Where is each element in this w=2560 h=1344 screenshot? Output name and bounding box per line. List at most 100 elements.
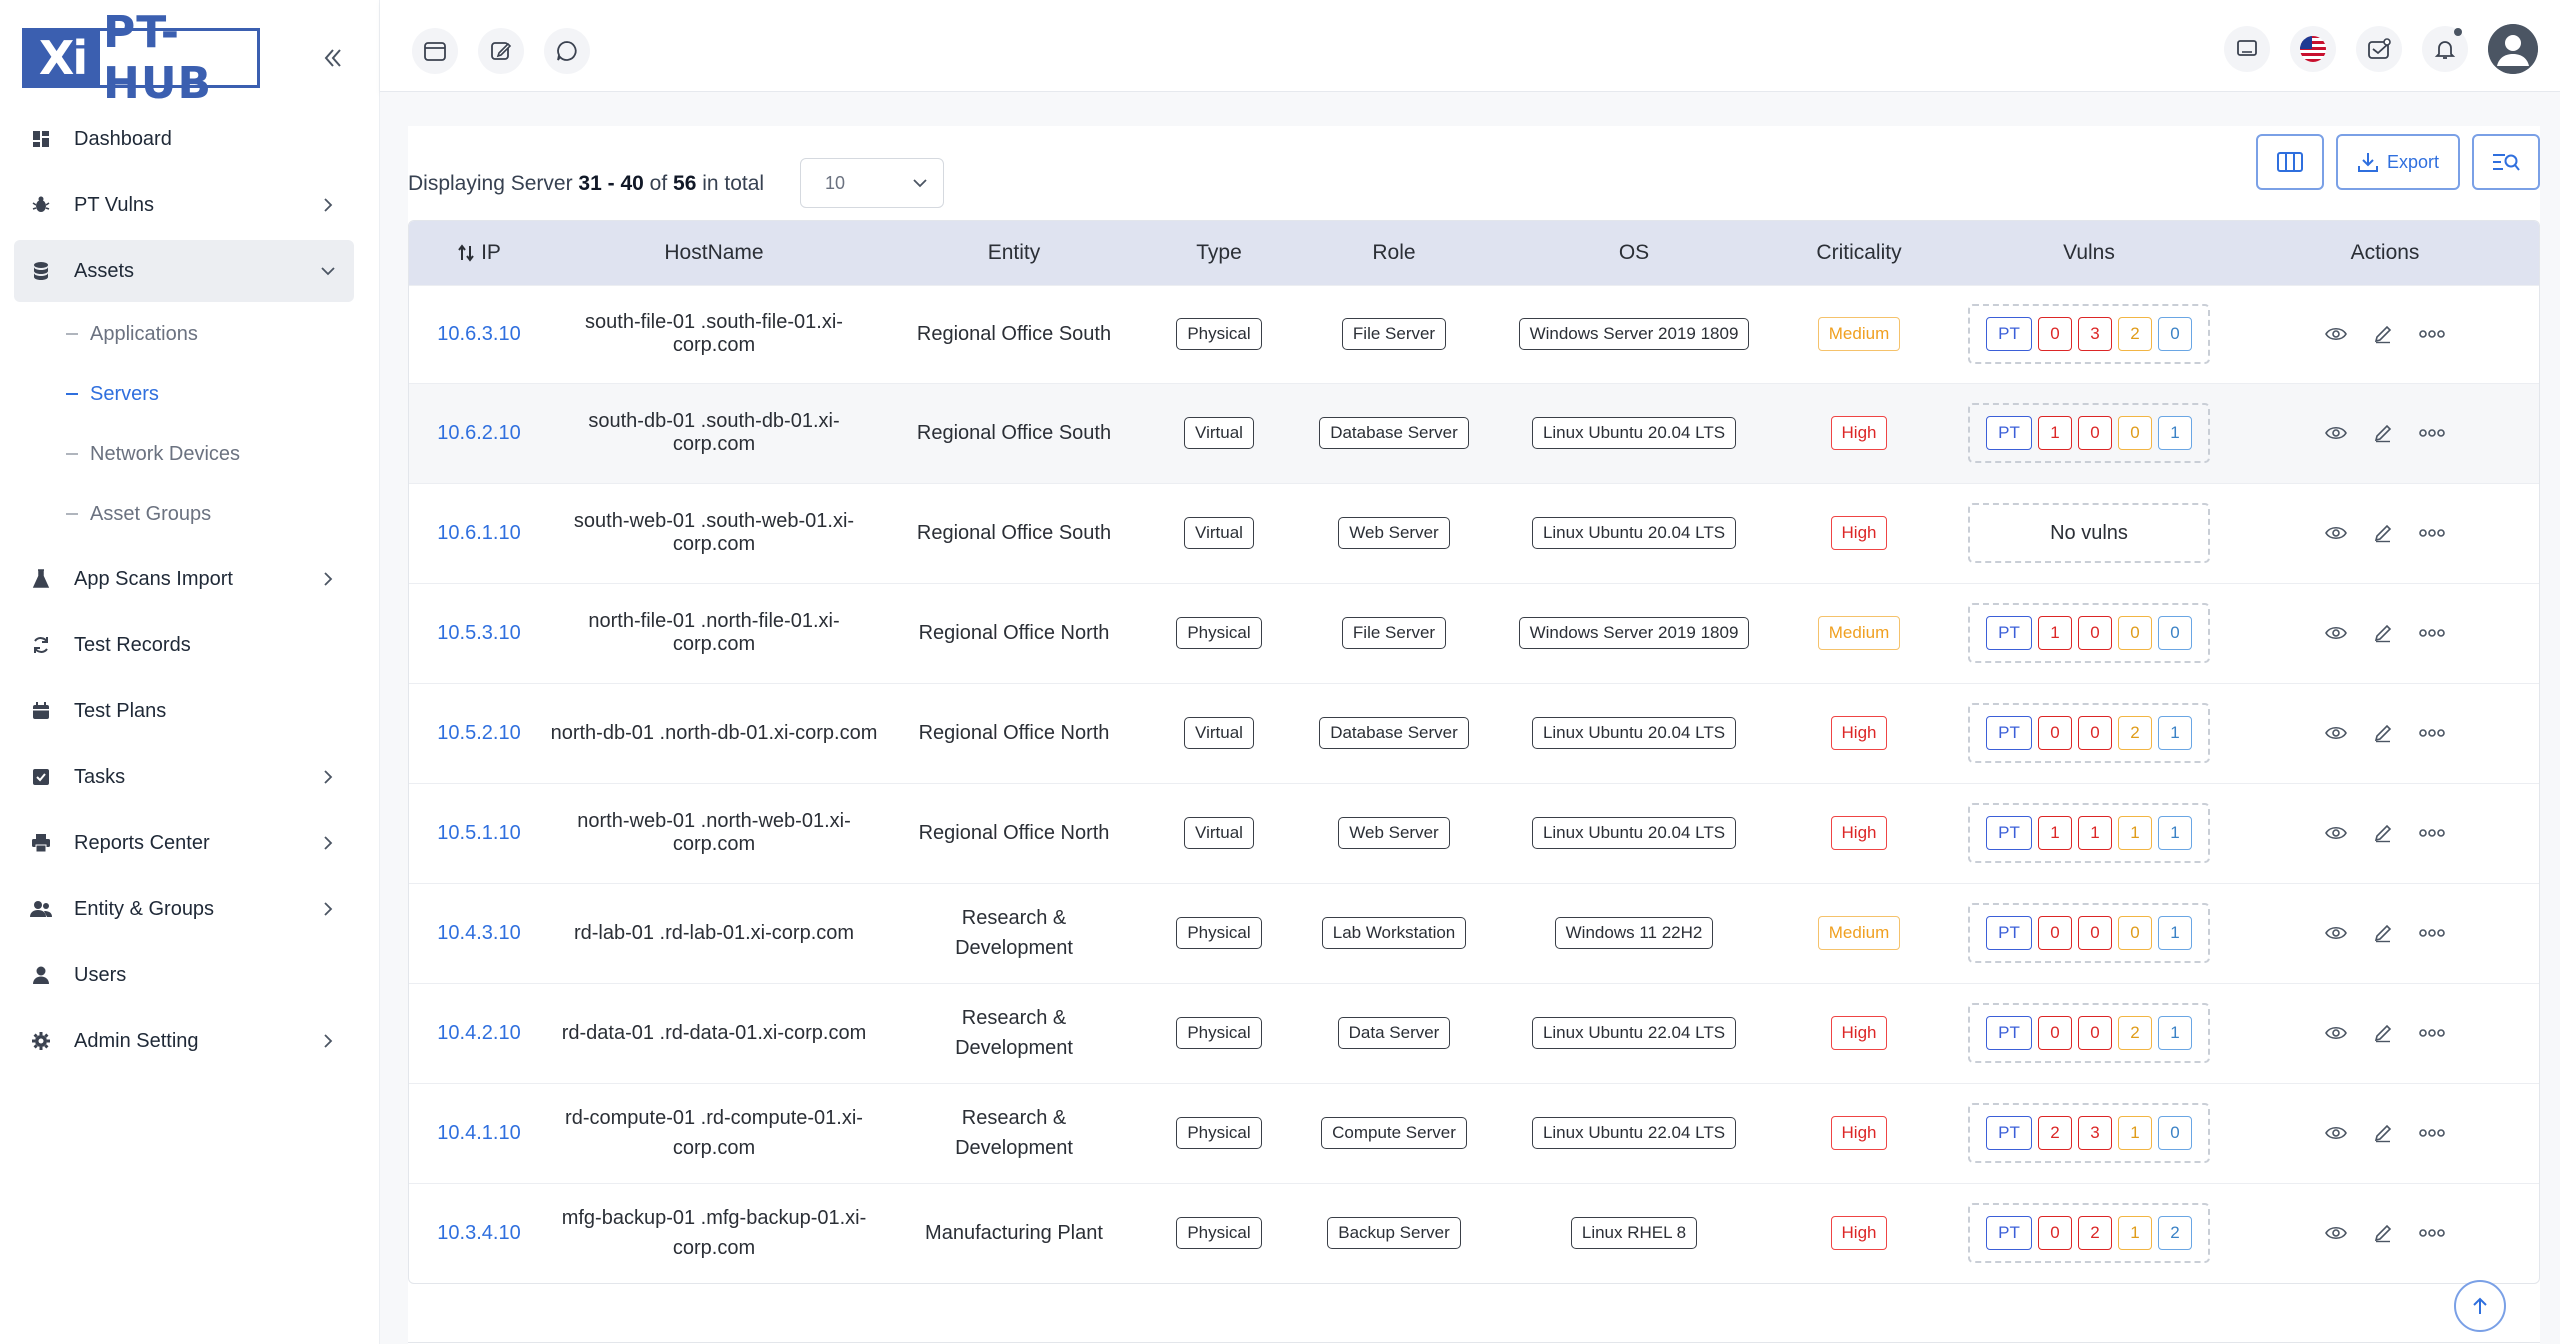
vuln-summary[interactable]: PT 2 3 1 0 <box>1968 1103 2210 1163</box>
more-options-icon[interactable] <box>2419 428 2445 438</box>
table-row[interactable]: 10.3.4.10 mfg-backup-01 .mfg-backup-01.xi… <box>409 1182 2539 1283</box>
view-icon[interactable] <box>2325 925 2347 941</box>
column-header-type[interactable]: Type <box>1149 221 1289 285</box>
table-row[interactable]: 10.4.1.10 rd-compute-01 .rd-compute-01.xi… <box>409 1082 2539 1183</box>
edit-shortcut-button[interactable] <box>478 28 524 74</box>
table-row[interactable]: 10.6.3.10 south-file-01 .south-file-01.xi… <box>409 284 2539 383</box>
sidebar-subitem-servers[interactable]: Servers <box>66 366 354 422</box>
column-header-hostname[interactable]: HostName <box>549 221 879 285</box>
view-icon[interactable] <box>2325 1225 2347 1241</box>
vuln-summary[interactable]: PT 0 0 0 1 <box>1968 903 2210 963</box>
more-options-icon[interactable] <box>2419 728 2445 738</box>
edit-icon[interactable] <box>2373 423 2393 443</box>
more-options-icon[interactable] <box>2419 1228 2445 1238</box>
ip-link[interactable]: 10.5.1.10 <box>437 822 520 844</box>
column-header-ip[interactable]: IP <box>409 221 549 285</box>
view-icon[interactable] <box>2325 1025 2347 1041</box>
sidebar-item-tasks[interactable]: Tasks <box>14 746 354 808</box>
column-header-criticality[interactable]: Criticality <box>1769 221 1949 285</box>
view-icon[interactable] <box>2325 326 2347 342</box>
view-icon[interactable] <box>2325 525 2347 541</box>
vuln-summary[interactable]: PT 0 0 2 1 <box>1968 703 2210 763</box>
sidebar-item-reports-center[interactable]: Reports Center <box>14 812 354 874</box>
view-icon[interactable] <box>2325 625 2347 641</box>
sidebar-subitem-asset-groups[interactable]: Asset Groups <box>66 486 354 542</box>
edit-icon[interactable] <box>2373 1223 2393 1243</box>
sidebar-item-test-plans[interactable]: Test Plans <box>14 680 354 742</box>
page-size-select[interactable]: 10 <box>800 158 944 208</box>
sidebar-item-app-scans-import[interactable]: App Scans Import <box>14 548 354 610</box>
edit-icon[interactable] <box>2373 523 2393 543</box>
table-row[interactable]: 10.4.2.10 rd-data-01 .rd-data-01.xi-corp.… <box>409 982 2539 1083</box>
columns-button[interactable] <box>2256 134 2324 190</box>
notifications-button[interactable] <box>2422 26 2468 72</box>
edit-icon[interactable] <box>2373 623 2393 643</box>
avatar[interactable] <box>2488 24 2538 74</box>
table-row[interactable]: 10.5.2.10 north-db-01 .north-db-01.xi-cor… <box>409 682 2539 783</box>
sidebar-item-assets[interactable]: Assets <box>14 240 354 302</box>
table-row[interactable]: 10.6.2.10 south-db-01 .south-db-01.xi-cor… <box>409 382 2539 483</box>
vuln-summary[interactable]: PT 1 0 0 1 <box>1968 403 2210 463</box>
table-row[interactable]: 10.5.3.10 north-file-01 .north-file-01.xi… <box>409 582 2539 683</box>
vuln-summary[interactable]: PT 0 0 2 1 <box>1968 1003 2210 1063</box>
export-button[interactable]: Export <box>2336 134 2460 190</box>
ip-link[interactable]: 10.5.2.10 <box>437 722 520 744</box>
more-options-icon[interactable] <box>2419 528 2445 538</box>
column-header-role[interactable]: Role <box>1289 221 1499 285</box>
calendar-shortcut-button[interactable] <box>412 28 458 74</box>
view-icon[interactable] <box>2325 425 2347 441</box>
ip-link[interactable]: 10.4.3.10 <box>437 922 520 944</box>
edit-icon[interactable] <box>2373 923 2393 943</box>
sidebar-item-label: Admin Setting <box>74 1029 199 1052</box>
edit-icon[interactable] <box>2373 324 2393 344</box>
vuln-summary[interactable]: PT 1 0 0 0 <box>1968 603 2210 663</box>
view-icon[interactable] <box>2325 725 2347 741</box>
view-icon[interactable] <box>2325 1125 2347 1141</box>
table-row[interactable]: 10.4.3.10 rd-lab-01 .rd-lab-01.xi-corp.co… <box>409 882 2539 983</box>
sidebar-item-admin-setting[interactable]: Admin Setting <box>14 1010 354 1072</box>
sidebar-item-entity-groups[interactable]: Entity & Groups <box>14 878 354 940</box>
advanced-search-button[interactable] <box>2472 134 2540 190</box>
ip-link[interactable]: 10.6.2.10 <box>437 422 520 444</box>
notification-dot <box>2454 28 2462 36</box>
scroll-to-top-button[interactable] <box>2454 1280 2506 1332</box>
logo[interactable]: Xi PT-HUB <box>22 7 260 109</box>
table-row[interactable]: 10.5.1.10 north-web-01 .north-web-01.xi-c… <box>409 782 2539 883</box>
messages-button[interactable] <box>2356 26 2402 72</box>
column-header-entity[interactable]: Entity <box>879 221 1149 285</box>
collapse-sidebar-button[interactable] <box>318 40 348 76</box>
chat-shortcut-button[interactable] <box>544 28 590 74</box>
ip-link[interactable]: 10.3.4.10 <box>437 1222 520 1244</box>
more-options-icon[interactable] <box>2419 329 2445 339</box>
edit-icon[interactable] <box>2373 723 2393 743</box>
ip-link[interactable]: 10.4.1.10 <box>437 1122 520 1144</box>
screen-toggle-button[interactable] <box>2224 26 2270 72</box>
edit-icon[interactable] <box>2373 1123 2393 1143</box>
more-options-icon[interactable] <box>2419 828 2445 838</box>
more-options-icon[interactable] <box>2419 1128 2445 1138</box>
language-button[interactable] <box>2290 26 2336 72</box>
table-row[interactable]: 10.6.1.10 south-web-01 .south-web-01.xi-c… <box>409 482 2539 583</box>
more-options-icon[interactable] <box>2419 1028 2445 1038</box>
sidebar-item-users[interactable]: Users <box>14 944 354 1006</box>
ip-link[interactable]: 10.6.3.10 <box>437 323 520 345</box>
sidebar-item-test-records[interactable]: Test Records <box>14 614 354 676</box>
vuln-summary[interactable]: PT 0 3 2 0 <box>1968 304 2210 364</box>
vuln-summary[interactable]: PT 0 2 1 2 <box>1968 1203 2210 1264</box>
sidebar-subitem-network-devices[interactable]: Network Devices <box>66 426 354 482</box>
more-options-icon[interactable] <box>2419 628 2445 638</box>
sidebar-subitem-applications[interactable]: Applications <box>66 306 354 362</box>
filter-search-icon <box>2493 154 2520 171</box>
edit-icon[interactable] <box>2373 1023 2393 1043</box>
edit-icon[interactable] <box>2373 823 2393 843</box>
sidebar-item-pt-vulns[interactable]: PT Vulns <box>14 174 354 236</box>
ip-link[interactable]: 10.6.1.10 <box>437 522 520 544</box>
view-icon[interactable] <box>2325 825 2347 841</box>
column-header-os[interactable]: OS <box>1499 221 1769 285</box>
vuln-summary[interactable]: PT 1 1 1 1 <box>1968 803 2210 863</box>
ip-link[interactable]: 10.5.3.10 <box>437 622 520 644</box>
ip-link[interactable]: 10.4.2.10 <box>437 1022 520 1044</box>
more-options-icon[interactable] <box>2419 928 2445 938</box>
sidebar-item-dashboard[interactable]: Dashboard <box>14 108 354 170</box>
column-header-vulns[interactable]: Vulns <box>1949 221 2229 285</box>
